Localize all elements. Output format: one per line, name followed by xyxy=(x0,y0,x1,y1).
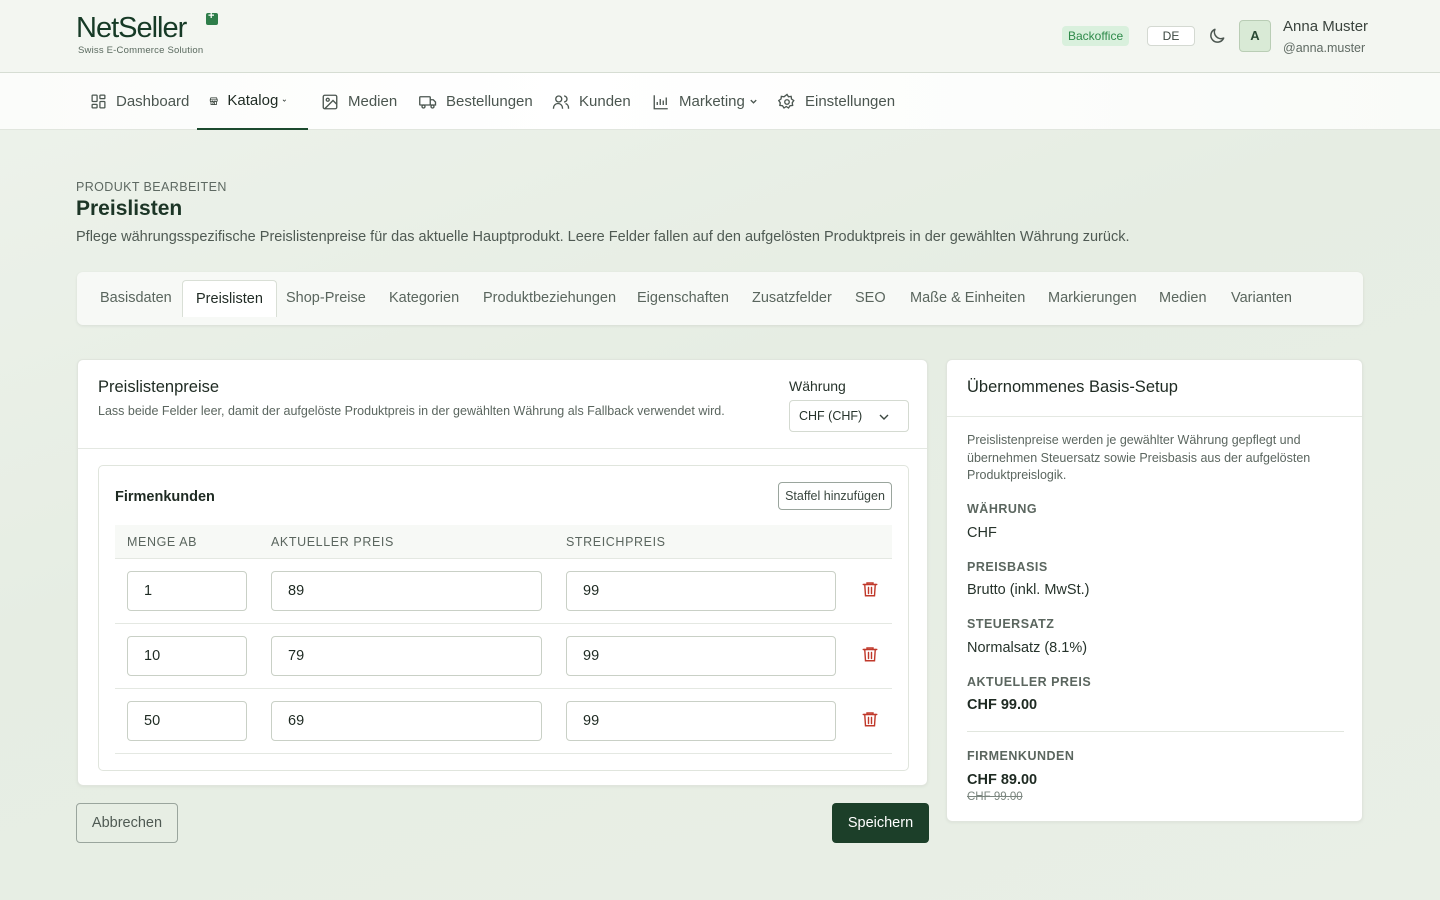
business-customers-label: FIRMENKUNDEN xyxy=(967,749,1075,763)
tab-basisdaten[interactable]: Basisdaten xyxy=(87,280,185,317)
currency-info-label: WÄHRUNG xyxy=(967,502,1038,516)
tab-medien[interactable]: Medien xyxy=(1146,280,1220,317)
nav-label-kunden: Kunden xyxy=(579,93,631,110)
nav-item-marketing[interactable]: Marketing xyxy=(652,73,767,130)
card-title: Preislistenpreise xyxy=(98,378,220,396)
delete-trash-icon[interactable] xyxy=(861,579,879,599)
current-price-value: CHF 99.00 xyxy=(967,697,1038,713)
divider xyxy=(967,731,1344,732)
logo-leaf-icon xyxy=(206,10,218,25)
qty-input[interactable]: 1 xyxy=(127,571,247,611)
user-avatar[interactable]: A xyxy=(1239,20,1271,52)
page-title: Preislisten xyxy=(76,197,183,220)
currency-select-value: CHF (CHF) xyxy=(799,409,863,423)
nav-item-katalog[interactable]: Katalog xyxy=(197,73,308,130)
tax-rate-label: STEUERSATZ xyxy=(967,617,1055,631)
logo-wordmark: NetSeller xyxy=(76,12,187,44)
nav-label-bestellungen: Bestellungen xyxy=(446,93,533,110)
cancel-button[interactable]: Abbrechen xyxy=(76,803,178,843)
nav-item-dashboard[interactable]: Dashboard xyxy=(90,73,189,130)
divider xyxy=(947,416,1362,417)
language-switch-button[interactable]: DE xyxy=(1147,26,1195,46)
nav-label-einstellungen: Einstellungen xyxy=(805,93,896,110)
nav-item-einstellungen[interactable]: Einstellungen xyxy=(778,73,895,130)
delete-trash-icon[interactable] xyxy=(861,709,879,729)
business-customers-price: CHF 89.00 xyxy=(967,772,1038,788)
tab-markierungen[interactable]: Markierungen xyxy=(1035,280,1150,317)
tab-seo[interactable]: SEO xyxy=(842,280,899,317)
table-row: 1 89 99 xyxy=(115,559,892,624)
price-list-card: Preislistenpreise Lass beide Felder leer… xyxy=(77,359,928,786)
divider xyxy=(78,448,927,449)
tab-masse-einheiten[interactable]: Maße & Einheiten xyxy=(897,280,1038,317)
strike-price-input[interactable]: 99 xyxy=(566,701,836,741)
logo-tagline: Swiss E-Commerce Solution xyxy=(78,45,204,56)
store-icon xyxy=(209,97,218,105)
nav-item-bestellungen[interactable]: Bestellungen xyxy=(419,73,533,130)
price-input[interactable]: 89 xyxy=(271,571,542,611)
tab-kategorien[interactable]: Kategorien xyxy=(376,280,472,317)
tab-zusatzfelder[interactable]: Zusatzfelder xyxy=(739,280,845,317)
table-row: 10 79 99 xyxy=(115,624,892,689)
qty-input[interactable]: 10 xyxy=(127,636,247,676)
table-row: 50 69 99 xyxy=(115,689,892,754)
qty-input[interactable]: 50 xyxy=(127,701,247,741)
nav-label-katalog: Katalog xyxy=(227,92,279,109)
price-basis-label: PREISBASIS xyxy=(967,560,1048,574)
gear-icon xyxy=(778,93,795,109)
customer-group-title: Firmenkunden xyxy=(115,489,215,505)
business-customers-strike-price: CHF 99.00 xyxy=(967,791,1023,803)
price-basis-value: Brutto (inkl. MwSt.) xyxy=(967,582,1090,598)
main-navigation: Dashboard Katalog Medien Bestellungen Ku… xyxy=(0,73,1440,130)
delete-trash-icon[interactable] xyxy=(861,644,879,664)
card-subtitle: Lass beide Felder leer, damit der aufgel… xyxy=(98,404,725,418)
users-icon xyxy=(552,94,570,109)
column-header-qty: MENGE AB xyxy=(127,535,198,549)
strike-price-input[interactable]: 99 xyxy=(566,636,836,676)
user-handle: @anna.muster xyxy=(1283,41,1366,55)
side-card-description: Preislistenpreise werden je gewählter Wä… xyxy=(967,433,1311,482)
page-eyebrow: PRODUKT BEARBEITEN xyxy=(76,180,227,194)
price-input[interactable]: 69 xyxy=(271,701,542,741)
currency-select[interactable]: CHF (CHF) xyxy=(789,400,909,432)
base-setup-card: Übernommenes Basis-Setup Preislistenprei… xyxy=(946,359,1363,822)
backoffice-badge: Backoffice xyxy=(1062,26,1130,46)
strike-price-input[interactable]: 99 xyxy=(566,571,836,611)
nav-item-medien[interactable]: Medien xyxy=(321,73,397,130)
chevron-down-icon xyxy=(282,99,287,102)
dashboard-icon xyxy=(91,94,106,109)
currency-label: Währung xyxy=(789,378,846,394)
netseller-logo[interactable]: NetSeller Swiss E-Commerce Solution xyxy=(76,10,226,58)
tab-preislisten[interactable]: Preislisten xyxy=(182,280,277,317)
truck-icon xyxy=(419,95,437,109)
chart-icon xyxy=(653,94,668,109)
side-card-title: Übernommenes Basis-Setup xyxy=(967,378,1178,396)
customer-group-panel: Firmenkunden Staffel hinzufügen MENGE AB… xyxy=(98,465,909,771)
nav-label-dashboard: Dashboard xyxy=(116,93,190,110)
tab-produktbeziehungen[interactable]: Produktbeziehungen xyxy=(470,280,629,317)
tab-varianten[interactable]: Varianten xyxy=(1218,280,1305,317)
user-name: Anna Muster xyxy=(1283,18,1369,35)
add-tier-button[interactable]: Staffel hinzufügen xyxy=(778,482,892,510)
nav-item-kunden[interactable]: Kunden xyxy=(552,73,631,130)
image-icon xyxy=(322,94,338,109)
current-price-label: AKTUELLER PREIS xyxy=(967,675,1092,689)
currency-info-value: CHF xyxy=(967,525,997,541)
tax-rate-value: Normalsatz (8.1%) xyxy=(967,640,1088,656)
dark-mode-moon-icon[interactable] xyxy=(1207,26,1227,46)
page-description: Pflege währungsspezifische Preislistenpr… xyxy=(76,229,1130,245)
top-header: NetSeller Swiss E-Commerce Solution Back… xyxy=(0,0,1440,73)
column-header-price: AKTUELLER PREIS xyxy=(271,535,394,549)
product-tabs: Basisdaten Preislisten Shop-Preise Kateg… xyxy=(77,272,1363,325)
chevron-down-icon xyxy=(879,414,889,420)
chevron-down-icon xyxy=(750,99,757,104)
price-input[interactable]: 79 xyxy=(271,636,542,676)
table-header: MENGE AB AKTUELLER PREIS STREICHPREIS xyxy=(115,525,892,559)
nav-label-medien: Medien xyxy=(348,93,398,110)
nav-label-marketing: Marketing xyxy=(679,93,745,110)
column-header-strike: STREICHPREIS xyxy=(566,535,666,549)
tab-eigenschaften[interactable]: Eigenschaften xyxy=(624,280,742,317)
tab-shop-preise[interactable]: Shop-Preise xyxy=(273,280,379,317)
save-button[interactable]: Speichern xyxy=(832,803,929,843)
